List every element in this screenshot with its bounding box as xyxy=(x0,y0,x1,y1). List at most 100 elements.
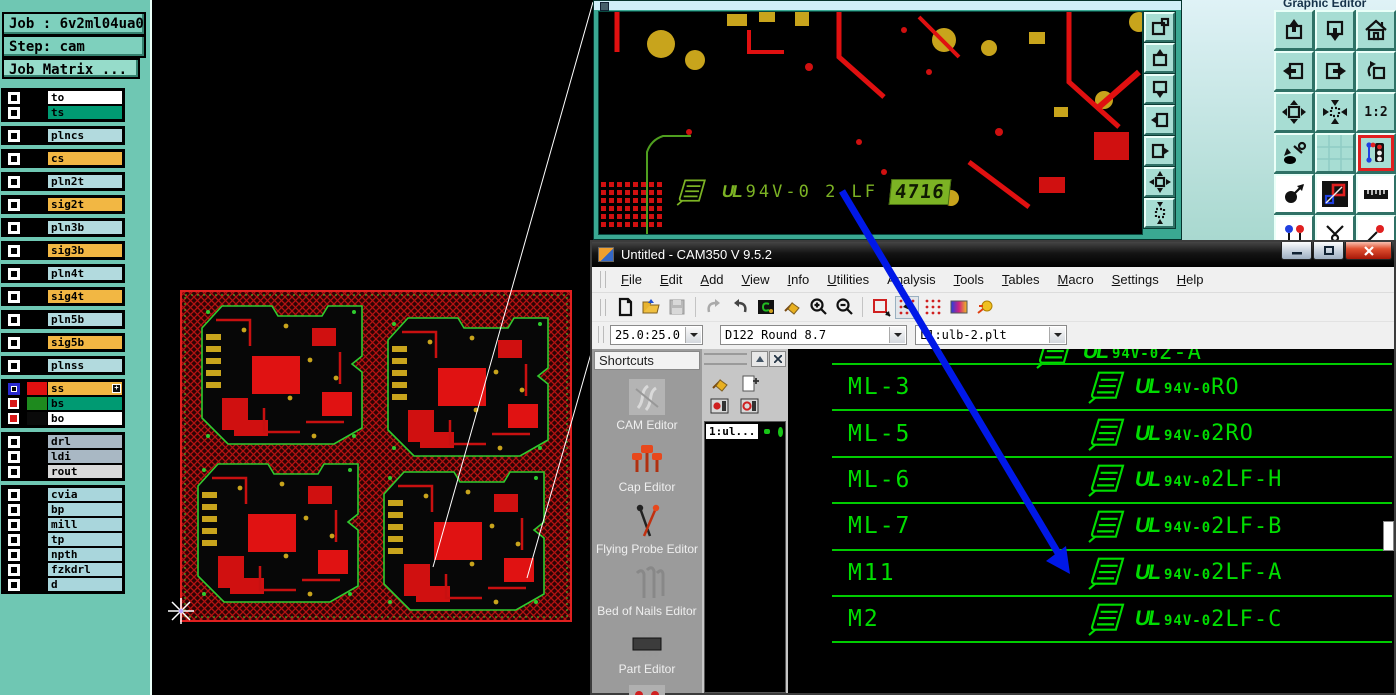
layer-visibility-checkbox[interactable] xyxy=(3,105,27,120)
layer-row[interactable]: npth xyxy=(3,547,123,562)
clear-button[interactable] xyxy=(780,296,804,319)
layer-row[interactable]: tp xyxy=(3,532,123,547)
layer-row[interactable]: d xyxy=(3,577,123,592)
pan-right-button[interactable] xyxy=(1315,51,1355,91)
menu-edit[interactable]: Edit xyxy=(651,269,691,290)
pan-left-button[interactable] xyxy=(1143,104,1176,136)
grid-button[interactable] xyxy=(921,296,945,319)
layer-visibility-checkbox[interactable] xyxy=(3,434,27,449)
layer-color-swatch[interactable] xyxy=(27,244,47,257)
layer-visibility-checkbox[interactable] xyxy=(3,243,27,258)
zoom-preview-window[interactable]: UL 94V-0 2 LF 4716 xyxy=(593,0,1182,240)
shortcut-bed-of-nails-editor[interactable]: Bed of Nails Editor xyxy=(592,565,702,618)
titlebar[interactable]: Untitled - CAM350 V 9.5.2 xyxy=(592,242,1394,267)
layer-visibility-checkbox[interactable] xyxy=(3,449,27,464)
menu-info[interactable]: Info xyxy=(778,269,818,290)
layer-visibility-checkbox[interactable] xyxy=(3,220,27,235)
fit-in-button[interactable] xyxy=(1315,92,1355,132)
layer-color-swatch[interactable] xyxy=(27,412,47,425)
layer-visibility-checkbox[interactable] xyxy=(3,397,27,410)
layer-color-swatch[interactable] xyxy=(27,152,47,165)
zoom-viewport[interactable]: UL 94V-0 2 LF 4716 xyxy=(598,11,1143,235)
layer-color-swatch[interactable] xyxy=(27,450,47,463)
job-matrix-button[interactable]: Job Matrix ... xyxy=(2,58,140,79)
layer-row[interactable]: rout xyxy=(3,464,123,479)
film-negative-icon[interactable] xyxy=(740,397,760,415)
save-button[interactable] xyxy=(665,296,689,319)
dock-titlebar[interactable] xyxy=(702,349,788,369)
layer-row[interactable]: sig5b xyxy=(3,335,123,350)
layer-visibility-checkbox[interactable] xyxy=(3,381,27,396)
layer-visibility-checkbox[interactable] xyxy=(3,335,27,350)
layer-color-swatch[interactable] xyxy=(27,563,47,576)
move-button[interactable] xyxy=(1274,174,1314,214)
layer-visibility-checkbox[interactable] xyxy=(3,266,27,281)
toolbar-grip[interactable] xyxy=(598,326,604,343)
layer-row[interactable]: ldi xyxy=(3,449,123,464)
layer-color-swatch[interactable] xyxy=(27,129,47,142)
chevron-down-icon[interactable] xyxy=(1049,327,1065,343)
layer-row[interactable]: plncs xyxy=(3,128,123,143)
menu-view[interactable]: View xyxy=(733,269,779,290)
shortcut-cam-editor[interactable]: CAM Editor xyxy=(592,379,702,432)
ul-marking-viewport[interactable]: UL 94V-0 2-A ML-3 UL 94V-0 RO ML-5 UL 94… xyxy=(788,349,1394,693)
layer-row[interactable]: bp xyxy=(3,502,123,517)
new-view-button[interactable] xyxy=(1143,11,1176,43)
pan-left-button[interactable] xyxy=(1274,51,1314,91)
menu-macro[interactable]: Macro xyxy=(1049,269,1103,290)
layer-row[interactable]: drl xyxy=(3,434,123,449)
layer-color-swatch[interactable] xyxy=(27,533,47,546)
layer-color-swatch[interactable] xyxy=(27,91,47,104)
snap-grid-button[interactable] xyxy=(895,295,919,319)
layer-color-swatch[interactable] xyxy=(27,267,47,280)
copy-button[interactable] xyxy=(1315,174,1355,214)
pan-up-button[interactable] xyxy=(1143,42,1176,74)
layer-visibility-checkbox[interactable] xyxy=(3,502,27,517)
toolbar-grip[interactable] xyxy=(600,271,606,288)
film-positive-icon[interactable] xyxy=(710,397,730,415)
dock-grip[interactable] xyxy=(704,353,747,365)
active-layer-combobox[interactable]: L1:ulb-2.plt xyxy=(915,325,1067,345)
measure-button[interactable] xyxy=(1356,174,1396,214)
zoom-window-titlebar[interactable] xyxy=(594,1,1181,11)
layer-visibility-checkbox[interactable] xyxy=(3,90,27,105)
colors-button[interactable] xyxy=(947,296,971,319)
grid-toggle-button[interactable] xyxy=(1315,133,1355,173)
menu-add[interactable]: Add xyxy=(691,269,732,290)
shortcut-part-editor[interactable]: Part Editor xyxy=(592,627,702,676)
menu-tools[interactable]: Tools xyxy=(945,269,993,290)
zoom-in-button[interactable] xyxy=(806,296,830,319)
layer-row[interactable]: bo xyxy=(3,411,123,426)
highlight-button[interactable] xyxy=(973,296,997,319)
layer-display-button[interactable] xyxy=(1356,133,1396,173)
chevron-down-icon[interactable] xyxy=(889,327,905,343)
layer-color-swatch[interactable] xyxy=(27,465,47,478)
new-file-button[interactable] xyxy=(613,296,637,319)
layer-color-swatch[interactable] xyxy=(27,397,47,410)
clear-layer-icon[interactable] xyxy=(710,373,730,393)
open-file-button[interactable] xyxy=(639,296,663,319)
layer-visibility-checkbox[interactable] xyxy=(3,174,27,189)
layer-row[interactable]: ss + xyxy=(3,381,123,396)
shortcut-partial-item[interactable] xyxy=(592,685,702,695)
dock-collapse-button[interactable] xyxy=(751,351,768,367)
layer-color-swatch[interactable] xyxy=(27,198,47,211)
layer-row[interactable]: sig2t xyxy=(3,197,123,212)
layer-color-swatch[interactable] xyxy=(27,548,47,561)
layer-list-item[interactable]: 1:ul... xyxy=(706,424,783,439)
close-button[interactable] xyxy=(1345,242,1392,260)
maximize-button[interactable] xyxy=(1313,242,1344,260)
layer-color-swatch[interactable] xyxy=(27,382,47,395)
redo-button[interactable] xyxy=(728,296,752,319)
layer-color-swatch[interactable] xyxy=(27,518,47,531)
layer-color-swatch[interactable] xyxy=(27,106,47,119)
fit-in-button[interactable] xyxy=(1143,197,1176,229)
layer-row[interactable]: pln4t xyxy=(3,266,123,281)
pan-right-button[interactable] xyxy=(1143,135,1176,167)
layer-row[interactable]: ts xyxy=(3,105,123,120)
layer-row[interactable]: pln5b xyxy=(3,312,123,327)
pan-up-button[interactable] xyxy=(1274,10,1314,50)
layer-color-swatch[interactable] xyxy=(27,488,47,501)
layer-row[interactable]: cvia xyxy=(3,487,123,502)
layer-visibility-checkbox[interactable] xyxy=(3,464,27,479)
